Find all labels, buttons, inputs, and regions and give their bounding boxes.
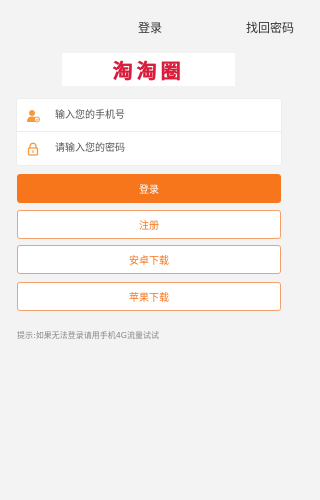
phone-input[interactable] <box>55 105 265 126</box>
password-row <box>17 132 281 165</box>
register-button[interactable]: 注册 <box>17 210 281 239</box>
lock-icon <box>26 142 40 156</box>
logo: 淘淘圈 <box>62 53 235 86</box>
phone-row <box>17 99 281 132</box>
apple-download-button[interactable]: 苹果下载 <box>17 282 281 311</box>
top-bar: 登录 找回密码 <box>0 0 300 52</box>
user-icon <box>26 109 40 123</box>
password-input[interactable] <box>55 138 265 159</box>
android-download-button[interactable]: 安卓下载 <box>17 245 281 274</box>
forgot-password-link[interactable]: 找回密码 <box>246 19 294 36</box>
logo-text: 淘淘圈 <box>112 59 185 83</box>
login-button[interactable]: 登录 <box>17 174 281 203</box>
login-form <box>17 99 281 165</box>
hint-text: 提示:如果无法登录请用手机4G流量试试 <box>17 331 159 340</box>
